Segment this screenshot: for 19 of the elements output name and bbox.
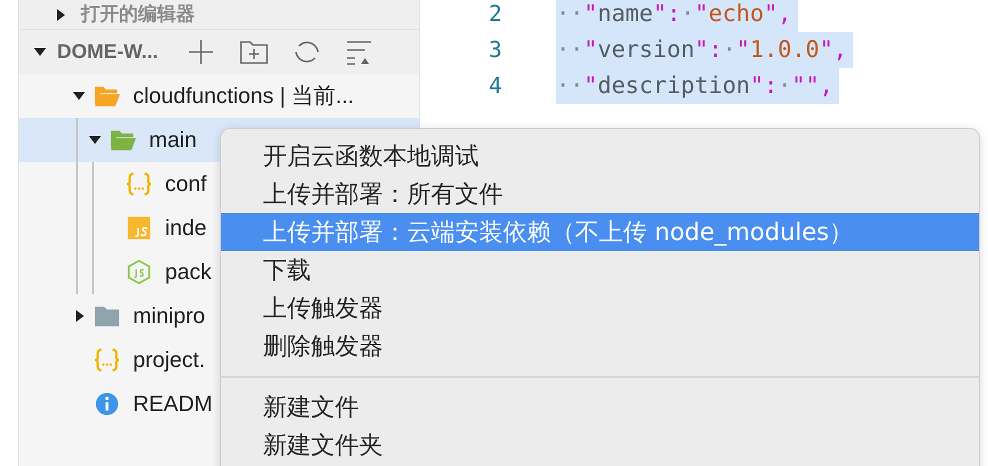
collapse-all-icon[interactable] [345, 38, 373, 66]
menu-item[interactable]: 下载 [221, 251, 979, 289]
menu-item[interactable]: 上传触发器 [221, 289, 979, 327]
hexagon-icon [125, 259, 153, 285]
braces-icon [93, 347, 121, 373]
braces-icon [125, 171, 153, 197]
new-folder-icon[interactable] [239, 38, 269, 66]
section-title[interactable]: DOME-W... [57, 40, 177, 64]
menu-item[interactable]: 上传并部署：所有文件 [221, 175, 979, 213]
line-number: 2 [488, 2, 502, 26]
line-number: 4 [488, 74, 502, 98]
menu-item[interactable]: 删除触发器 [221, 327, 979, 365]
line-number: 3 [488, 38, 502, 62]
menu-item[interactable]: 新建文件夹 [221, 426, 979, 464]
menu-item[interactable]: 新建文件 [221, 388, 979, 426]
tree-item[interactable]: cloudfunctions | 当前... [19, 74, 419, 118]
info-icon [93, 391, 121, 417]
plus-icon[interactable] [187, 38, 215, 66]
js-file-icon [125, 215, 153, 241]
